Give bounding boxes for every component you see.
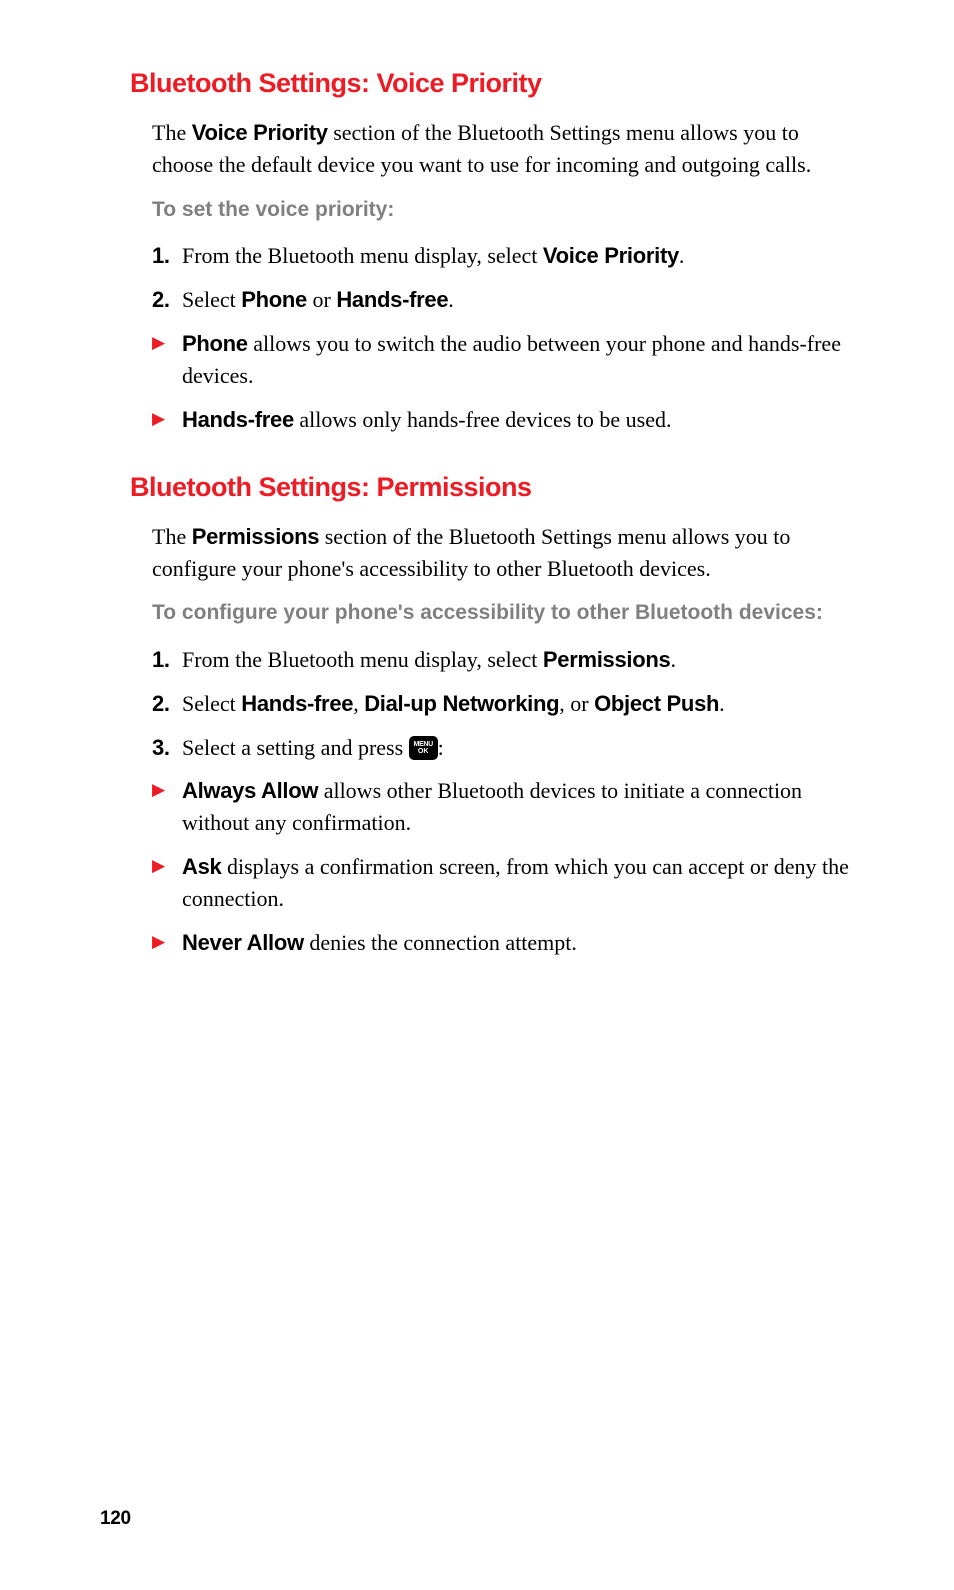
bold-text: Phone bbox=[182, 331, 248, 356]
bold-text: Always Allow bbox=[182, 778, 318, 803]
triangle-bullet-icon: ▶ bbox=[152, 775, 182, 839]
bullet-body: Phone allows you to switch the audio bet… bbox=[182, 328, 854, 392]
bullet-body: Ask displays a confirmation screen, from… bbox=[182, 851, 854, 915]
text: . bbox=[448, 287, 454, 312]
triangle-bullet-icon: ▶ bbox=[152, 927, 182, 959]
bullet-item: ▶ Never Allow denies the connection atte… bbox=[152, 927, 854, 959]
sub-instruction: To set the voice priority: bbox=[152, 195, 854, 224]
triangle-bullet-icon: ▶ bbox=[152, 404, 182, 436]
text: displays a confirmation screen, from whi… bbox=[182, 854, 849, 911]
text: The bbox=[152, 524, 192, 549]
step-body: From the Bluetooth menu display, select … bbox=[182, 240, 854, 272]
triangle-bullet-icon: ▶ bbox=[152, 328, 182, 392]
triangle-bullet-icon: ▶ bbox=[152, 851, 182, 915]
text: . bbox=[719, 691, 725, 716]
bold-text: Hands-free bbox=[336, 287, 448, 312]
step-body: Select Hands-free, Dial-up Networking, o… bbox=[182, 688, 854, 720]
step-item: 3. Select a setting and press MENUOK: bbox=[152, 732, 854, 764]
text: . bbox=[679, 243, 685, 268]
bold-text: Voice Priority bbox=[192, 120, 328, 145]
bold-text: Voice Priority bbox=[543, 243, 679, 268]
bullet-item: ▶ Ask displays a confirmation screen, fr… bbox=[152, 851, 854, 915]
key-label-ok: OK bbox=[418, 748, 429, 755]
section-body: The Permissions section of the Bluetooth… bbox=[130, 521, 854, 959]
text: Select bbox=[182, 691, 241, 716]
bold-text: Hands-free bbox=[182, 407, 294, 432]
bullet-item: ▶ Always Allow allows other Bluetooth de… bbox=[152, 775, 854, 839]
text: , bbox=[353, 691, 364, 716]
bold-text: Permissions bbox=[192, 524, 320, 549]
bold-text: Dial-up Networking bbox=[364, 691, 559, 716]
bold-text: Ask bbox=[182, 854, 221, 879]
text: , or bbox=[559, 691, 594, 716]
step-body: From the Bluetooth menu display, select … bbox=[182, 644, 854, 676]
bullet-item: ▶ Phone allows you to switch the audio b… bbox=[152, 328, 854, 392]
step-item: 2. Select Phone or Hands-free. bbox=[152, 284, 854, 316]
bullet-body: Never Allow denies the connection attemp… bbox=[182, 927, 854, 959]
text: allows only hands-free devices to be use… bbox=[294, 407, 672, 432]
sub-instruction: To configure your phone's accessibility … bbox=[152, 598, 854, 627]
bold-text: Hands-free bbox=[241, 691, 353, 716]
step-body: Select a setting and press MENUOK: bbox=[182, 732, 854, 764]
page-number: 120 bbox=[100, 1508, 131, 1530]
text: allows you to switch the audio between y… bbox=[182, 331, 841, 388]
step-item: 1. From the Bluetooth menu display, sele… bbox=[152, 644, 854, 676]
text: From the Bluetooth menu display, select bbox=[182, 647, 543, 672]
bold-text: Phone bbox=[241, 287, 307, 312]
bullet-item: ▶ Hands-free allows only hands-free devi… bbox=[152, 404, 854, 436]
text: Select bbox=[182, 287, 241, 312]
step-number: 1. bbox=[152, 240, 182, 272]
step-item: 1. From the Bluetooth menu display, sele… bbox=[152, 240, 854, 272]
bullet-body: Hands-free allows only hands-free device… bbox=[182, 404, 854, 436]
section-body: The Voice Priority section of the Blueto… bbox=[130, 117, 854, 436]
text: The bbox=[152, 120, 192, 145]
text: From the Bluetooth menu display, select bbox=[182, 243, 543, 268]
text: : bbox=[438, 735, 444, 760]
step-number: 3. bbox=[152, 732, 182, 764]
section-heading-permissions: Bluetooth Settings: Permissions bbox=[130, 472, 854, 503]
text: denies the connection attempt. bbox=[304, 930, 577, 955]
text: or bbox=[307, 287, 336, 312]
step-item: 2. Select Hands-free, Dial-up Networking… bbox=[152, 688, 854, 720]
key-label-menu: MENU bbox=[413, 741, 432, 748]
document-page: Bluetooth Settings: Voice Priority The V… bbox=[0, 0, 954, 959]
text: . bbox=[670, 647, 676, 672]
step-number: 2. bbox=[152, 284, 182, 316]
bold-text: Permissions bbox=[543, 647, 671, 672]
intro-paragraph: The Permissions section of the Bluetooth… bbox=[152, 521, 854, 585]
bold-text: Object Push bbox=[594, 691, 719, 716]
step-number: 2. bbox=[152, 688, 182, 720]
menu-ok-key-icon: MENUOK bbox=[409, 736, 438, 760]
text: Select a setting and press bbox=[182, 735, 409, 760]
bold-text: Never Allow bbox=[182, 930, 304, 955]
intro-paragraph: The Voice Priority section of the Blueto… bbox=[152, 117, 854, 181]
step-number: 1. bbox=[152, 644, 182, 676]
step-body: Select Phone or Hands-free. bbox=[182, 284, 854, 316]
section-heading-voice-priority: Bluetooth Settings: Voice Priority bbox=[130, 68, 854, 99]
bullet-body: Always Allow allows other Bluetooth devi… bbox=[182, 775, 854, 839]
